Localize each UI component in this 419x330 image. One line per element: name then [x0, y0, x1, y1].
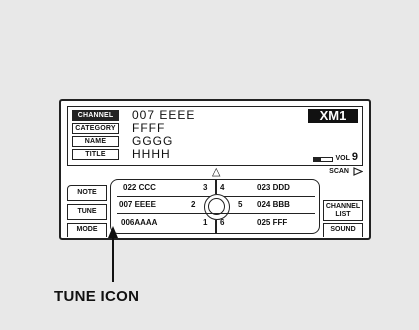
preset-1-number: 1 — [203, 218, 208, 227]
preset-4-number: 4 — [220, 183, 225, 192]
audio-panel-illustration: CHANNEL 007 EEEE CATEGORY FFFF NAME GGGG… — [0, 0, 419, 330]
channel-list-line2: LIST — [335, 211, 351, 218]
sound-button[interactable]: SOUND — [323, 223, 363, 237]
preset-5-name[interactable]: 024 BBB — [257, 200, 290, 209]
preset-1-name[interactable]: 006AAAA — [121, 218, 157, 227]
category-value: FFFF — [132, 121, 166, 135]
preset-3-number: 3 — [203, 183, 208, 192]
volume-bar-icon — [313, 157, 334, 162]
tune-icon-callout: TUNE ICON — [54, 288, 140, 305]
category-label: CATEGORY — [72, 123, 119, 134]
scan-indicator[interactable]: SCAN — [329, 167, 363, 176]
tune-icon-pointer-arrow — [108, 226, 118, 256]
preset-6-number: 6 — [220, 218, 225, 227]
title-value: HHHH — [132, 147, 171, 161]
preset-6-name[interactable]: 025 FFF — [257, 218, 287, 227]
volume-label: VOL — [335, 155, 350, 162]
volume-indicator: VOL 9 — [313, 151, 358, 163]
preset-5-number: 5 — [238, 200, 243, 209]
channel-label: CHANNEL — [72, 110, 119, 121]
channel-list-line1: CHANNEL — [325, 203, 361, 210]
note-button[interactable]: NOTE — [67, 185, 107, 201]
scan-label: SCAN — [329, 168, 349, 175]
channel-value: 007 EEEE — [132, 108, 196, 122]
name-value: GGGG — [132, 134, 174, 148]
tune-button[interactable]: TUNE — [67, 204, 107, 220]
audio-display-screen: CHANNEL 007 EEEE CATEGORY FFFF NAME GGGG… — [59, 99, 371, 240]
title-label: TITLE — [72, 149, 119, 160]
tune-knob-icon[interactable] — [204, 194, 230, 220]
preset-2-name[interactable]: 007 EEEE — [119, 200, 156, 209]
preset-panel: 022 CCC 3 4 023 DDD 007 EEEE 2 5 024 BBB… — [110, 179, 320, 234]
name-label: NAME — [72, 136, 119, 147]
preset-4-name[interactable]: 023 DDD — [257, 183, 290, 192]
channel-list-button[interactable]: CHANNEL LIST — [323, 200, 363, 221]
scan-arrow-icon — [353, 167, 363, 176]
info-display: CHANNEL 007 EEEE CATEGORY FFFF NAME GGGG… — [67, 106, 363, 166]
tune-up-triangle-icon[interactable]: △ — [212, 167, 220, 178]
preset-2-number: 2 — [191, 200, 196, 209]
band-indicator: XM1 — [308, 109, 358, 123]
preset-3-name[interactable]: 022 CCC — [123, 183, 156, 192]
callout-line — [112, 254, 114, 282]
volume-value: 9 — [351, 151, 358, 163]
mode-button[interactable]: MODE — [67, 223, 107, 237]
